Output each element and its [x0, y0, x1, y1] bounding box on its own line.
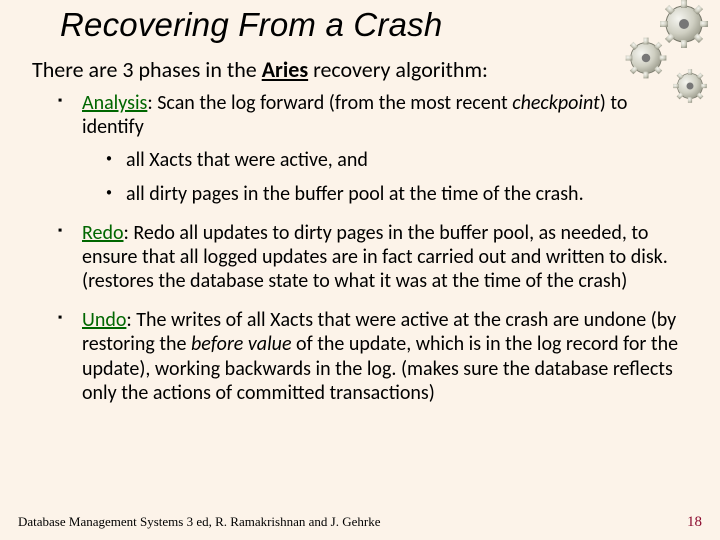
analysis-sublist: all Xacts that were active, and all dirt…: [82, 148, 692, 207]
phase-redo: Redo: Redo all updates to dirty pages in…: [58, 221, 692, 294]
footer-citation: Database Management Systems 3 ed, R. Ram…: [18, 514, 380, 530]
phase-redo-text: : Redo all updates to dirty pages in the…: [82, 221, 668, 294]
footer: Database Management Systems 3 ed, R. Ram…: [18, 514, 702, 531]
phase-undo-name: Undo: [82, 308, 126, 332]
analysis-sub-1: all Xacts that were active, and: [106, 148, 692, 172]
page-number: 18: [687, 514, 702, 531]
intro-line: There are 3 phases in the Aries recovery…: [32, 56, 702, 83]
slide-title: Recovering From a Crash: [60, 6, 702, 44]
phase-analysis-ital: checkpoint: [512, 91, 600, 115]
phase-list: Analysis: Scan the log forward (from the…: [18, 91, 702, 405]
analysis-sub-2: all dirty pages in the buffer pool at th…: [106, 182, 692, 206]
intro-aries: Aries: [262, 56, 308, 83]
phase-analysis-t1: : Scan the log forward (from the most re…: [147, 91, 512, 115]
phase-redo-name: Redo: [82, 221, 124, 245]
phase-undo: Undo: The writes of all Xacts that were …: [58, 308, 692, 406]
phase-analysis-name: Analysis: [82, 91, 147, 115]
intro-pre: There are 3 phases in the: [32, 56, 262, 83]
phase-undo-ital: before value: [191, 332, 292, 356]
intro-post: recovery algorithm:: [308, 56, 488, 83]
phase-analysis: Analysis: Scan the log forward (from the…: [58, 91, 692, 207]
